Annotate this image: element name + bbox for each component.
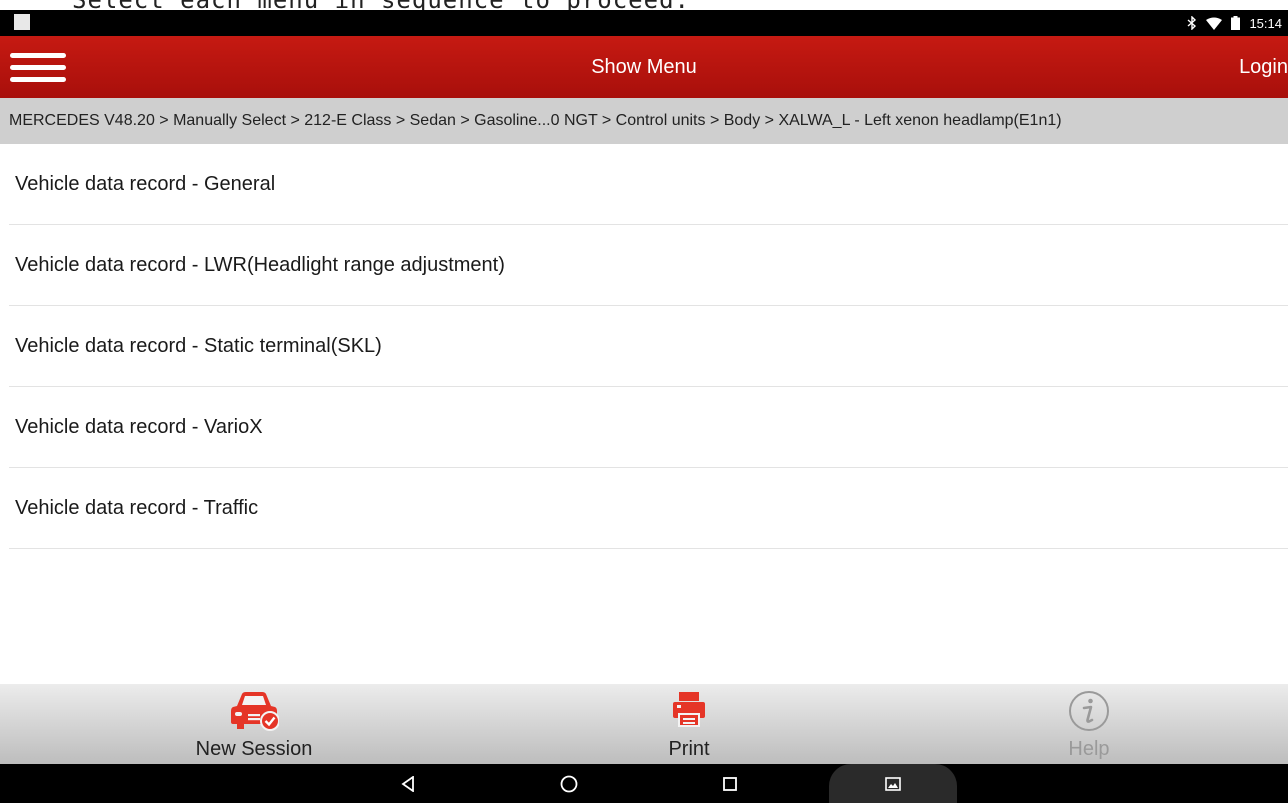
screenshot-button[interactable] — [829, 764, 957, 803]
help-label: Help — [1068, 738, 1110, 760]
hamburger-menu-icon[interactable] — [10, 50, 66, 86]
status-time: 15:14 — [1249, 15, 1282, 31]
app-bar: Show Menu Login — [0, 36, 1288, 98]
notification-icon — [14, 14, 30, 30]
battery-icon — [1231, 16, 1241, 30]
recents-square-icon[interactable] — [712, 764, 748, 803]
wifi-icon — [1206, 17, 1223, 30]
car-check-icon — [231, 692, 279, 731]
status-icons: 15:14 — [1187, 14, 1282, 32]
menu-item-label: Vehicle data record - VarioX — [15, 416, 263, 438]
login-button[interactable]: Login — [1239, 36, 1288, 98]
overlay-caption: Select each menu in sequence to proceed. — [0, 0, 1288, 10]
menu-item-lwr[interactable]: Vehicle data record - LWR(Headlight rang… — [9, 225, 1288, 306]
menu-item-general[interactable]: Vehicle data record - General — [9, 144, 1288, 225]
bluetooth-icon — [1187, 16, 1197, 30]
menu-item-traffic[interactable]: Vehicle data record - Traffic — [9, 468, 1288, 549]
bottom-toolbar: New Session Print Help — [0, 684, 1288, 764]
menu-item-variox[interactable]: Vehicle data record - VarioX — [9, 387, 1288, 468]
home-circle-icon[interactable] — [551, 764, 587, 803]
menu-list: Vehicle data record - General Vehicle da… — [0, 144, 1288, 549]
status-bar: 15:14 — [0, 10, 1288, 36]
screen: Select each menu in sequence to proceed.… — [0, 0, 1288, 803]
page-title: Show Menu — [591, 56, 697, 78]
breadcrumb: MERCEDES V48.20 > Manually Select > 212-… — [0, 98, 1288, 144]
back-triangle-icon[interactable] — [390, 764, 426, 803]
menu-item-static-terminal[interactable]: Vehicle data record - Static terminal(SK… — [9, 306, 1288, 387]
overlay-caption-text: Select each menu in sequence to proceed. — [72, 0, 690, 10]
new-session-button[interactable]: New Session — [144, 684, 364, 764]
android-nav-bar — [0, 764, 1288, 803]
printer-icon — [673, 692, 705, 727]
menu-item-label: Vehicle data record - LWR(Headlight rang… — [15, 254, 505, 276]
menu-item-label: Vehicle data record - Traffic — [15, 497, 259, 519]
menu-item-label: Vehicle data record - General — [15, 173, 276, 195]
help-button[interactable]: Help — [979, 684, 1199, 764]
menu-item-label: Vehicle data record - Static terminal(SK… — [15, 335, 382, 357]
print-button[interactable]: Print — [579, 684, 799, 764]
print-label: Print — [668, 738, 710, 760]
new-session-label: New Session — [195, 738, 313, 760]
screenshot-icon — [885, 776, 901, 791]
info-icon — [1069, 691, 1109, 731]
